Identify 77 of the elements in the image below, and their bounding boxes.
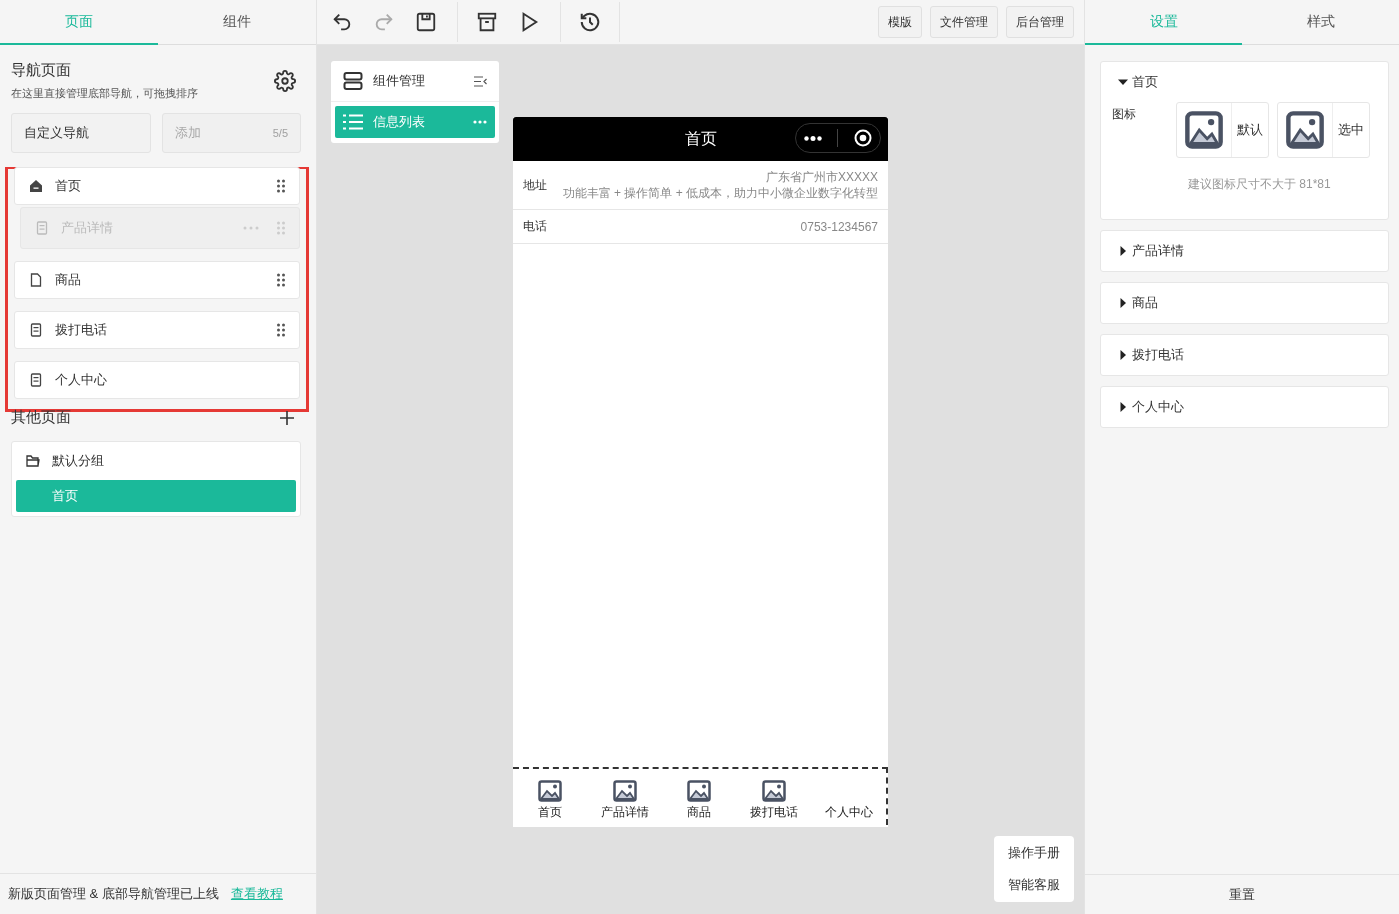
tab-label[interactable]: 拨打电话 [750,804,799,821]
row-label: 电话 [523,218,547,235]
tab-label[interactable]: 商品 [687,804,712,821]
custom-nav-button[interactable]: 自定义导航 [11,113,151,153]
drag-handle-icon[interactable] [277,179,285,193]
image-icon [1286,111,1324,149]
caret-icon [1118,402,1128,412]
panel-title: 组件管理 [373,72,426,90]
archive-icon[interactable] [457,2,498,42]
tab-label[interactable]: 产品详情 [600,804,649,821]
list-icon [343,114,363,130]
accordion-header[interactable]: 产品详情 [1101,231,1388,271]
undo-icon[interactable] [331,11,353,33]
save-icon[interactable] [415,11,437,33]
icon-picker[interactable]: 默认 [1176,102,1269,158]
panel-tab[interactable]: 样式 [1242,0,1399,45]
drag-handle-icon[interactable] [277,323,285,337]
accordion-header[interactable]: 个人中心 [1101,387,1388,427]
field-label: 图标 [1112,106,1137,123]
caret-icon [1118,298,1128,308]
add-icon[interactable] [280,410,294,425]
document-icon [29,273,43,287]
accordion-header[interactable]: 商品 [1101,283,1388,323]
caret-icon [1118,350,1128,360]
folder-icon [26,455,40,467]
more-icon [803,135,822,141]
help-link[interactable]: 操作手册 [1008,844,1060,862]
drag-handle-icon[interactable] [277,221,285,235]
hint-text: 建议图标尺寸不大于 81*81 [1188,176,1332,193]
page-name: 个人中心 [55,371,108,389]
nav-page-item[interactable]: 个人中心 [14,361,300,399]
row-value: 广东省广州市XXXXX [764,169,878,185]
form-icon [29,323,43,337]
home-icon [29,179,43,193]
nav-page-item[interactable]: 商品 [14,261,300,299]
form-icon [29,373,43,387]
image-icon [1185,111,1223,149]
picker-label: 默认 [1231,103,1268,157]
row-value: 0753-1234567 [800,218,878,235]
row-label: 地址 [523,176,547,194]
tab-label[interactable]: 首页 [538,804,563,821]
settings-icon[interactable] [274,70,296,92]
collapse-icon[interactable] [474,75,487,87]
caret-icon [1118,77,1128,87]
phone-title: 首页 [684,128,717,149]
layers-icon [343,71,363,91]
nav-page-item[interactable]: 首页 [14,167,300,205]
toolbar-button[interactable]: 后台管理 [1006,6,1074,38]
page-name: 拨打电话 [55,321,108,339]
image-icon[interactable] [762,780,787,802]
image-icon[interactable] [687,780,712,802]
toolbar-button[interactable]: 模版 [878,6,922,38]
panel-tab[interactable]: 组件 [158,0,316,45]
toolbar-button[interactable]: 文件管理 [930,6,998,38]
help-link[interactable]: 智能客服 [1008,876,1060,894]
accordion-header[interactable]: 拨打电话 [1101,335,1388,375]
section-subtitle: 在这里直接管理底部导航，可拖拽排序 [11,86,198,101]
tab-label[interactable]: 个人中心 [824,804,873,821]
notice-text: 新版页面管理 & 底部导航管理已上线 [8,885,219,903]
form-icon [35,221,49,235]
section-title: 其他页面 [11,408,71,427]
row-value: 功能丰富 + 操作简单 + 低成本，助力中小微企业数字化转型 [562,185,878,201]
page-name: 首页 [55,177,82,195]
caret-icon [1118,246,1128,256]
group-name: 默认分组 [52,452,104,470]
history-icon[interactable] [560,2,601,42]
target-icon [854,129,873,147]
page-name: 商品 [55,271,82,289]
accordion-header[interactable]: 首页 [1101,62,1388,102]
nav-page-item[interactable]: 拨打电话 [14,311,300,349]
add-count: 5/5 [272,127,288,139]
section-title: 导航页面 [11,61,72,80]
picker-label: 选中 [1332,103,1369,157]
image-icon[interactable] [538,780,563,802]
image-icon[interactable] [612,780,637,802]
drag-handle-icon[interactable] [277,273,285,287]
icon-picker[interactable]: 选中 [1277,102,1370,158]
